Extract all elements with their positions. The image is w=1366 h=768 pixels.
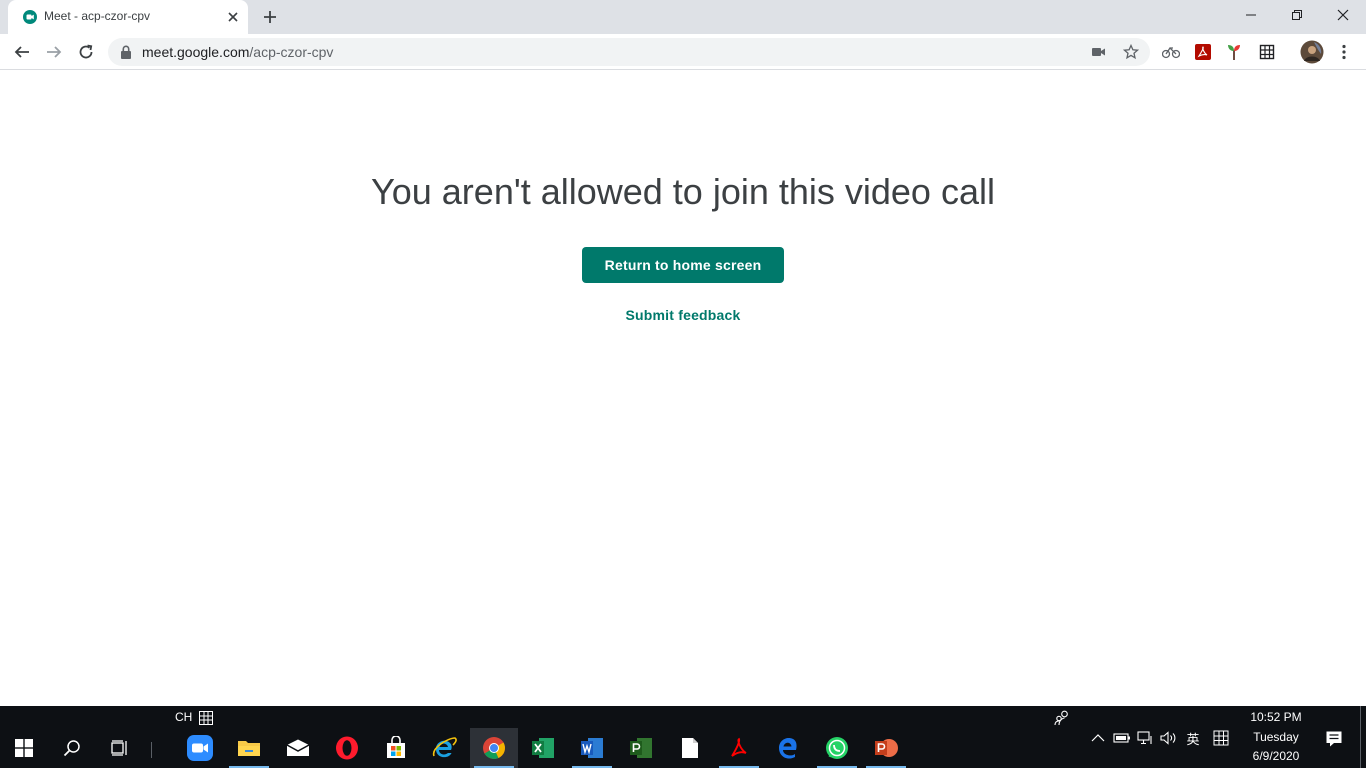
tab-title: Meet - acp-czor-cpv xyxy=(44,9,151,23)
opera-icon xyxy=(336,736,358,760)
bookmark-star-icon[interactable] xyxy=(1122,43,1140,61)
taskbar-app-edge[interactable] xyxy=(764,728,812,768)
folder-icon xyxy=(238,741,260,756)
word-icon xyxy=(581,738,603,758)
reload-button[interactable] xyxy=(75,41,97,63)
reload-icon xyxy=(79,44,93,59)
start-button[interactable] xyxy=(0,728,48,768)
close-icon xyxy=(1337,9,1349,21)
more-vertical-icon xyxy=(1342,44,1346,60)
profile-avatar[interactable] xyxy=(1300,40,1324,64)
tab-strip: Meet - acp-czor-cpv xyxy=(0,0,1366,34)
return-home-button[interactable]: Return to home screen xyxy=(582,247,784,283)
browser-toolbar: meet.google.com/acp-czor-cpv xyxy=(0,34,1366,70)
people-icon[interactable] xyxy=(1053,709,1071,727)
clock-day: Tuesday xyxy=(1253,730,1299,744)
address-bar[interactable]: meet.google.com/acp-czor-cpv xyxy=(108,38,1150,66)
clock-date: 6/9/2020 xyxy=(1252,749,1300,763)
acrobat-icon xyxy=(731,737,747,757)
ime-mode-grid-icon[interactable] xyxy=(1212,729,1230,747)
grid-extension-icon[interactable] xyxy=(1257,42,1277,62)
minimize-icon xyxy=(1246,14,1256,16)
taskbar-app-acrobat[interactable] xyxy=(715,728,763,768)
restore-button[interactable] xyxy=(1274,0,1320,30)
page-title: You aren't allowed to join this video ca… xyxy=(371,171,995,212)
google-meet-icon xyxy=(23,10,37,24)
chrome-menu-button[interactable] xyxy=(1334,42,1354,62)
new-tab-button[interactable] xyxy=(260,7,280,27)
minimize-button[interactable] xyxy=(1228,0,1274,30)
taskbar-app-project[interactable] xyxy=(617,728,665,768)
taskbar-app-mail[interactable] xyxy=(274,728,322,768)
browser-tab[interactable]: Meet - acp-czor-cpv xyxy=(8,0,248,34)
avatar-icon xyxy=(1300,40,1324,64)
ime-grid-icon[interactable] xyxy=(199,710,213,725)
taskbar-app-store[interactable] xyxy=(372,728,420,768)
back-button[interactable] xyxy=(11,41,33,63)
plus-icon xyxy=(264,11,276,23)
taskbar-app-file-explorer[interactable] xyxy=(225,728,273,768)
submit-feedback-link[interactable]: Submit feedback xyxy=(0,307,1366,323)
plant-extension-icon[interactable] xyxy=(1224,42,1244,62)
url-domain: meet.google.com xyxy=(142,44,250,60)
forward-button[interactable] xyxy=(43,41,65,63)
whatsapp-icon xyxy=(826,737,848,759)
acrobat-extension-icon[interactable] xyxy=(1193,42,1213,62)
clock-time: 10:52 PM xyxy=(1250,710,1302,724)
arrow-left-icon xyxy=(14,46,29,58)
taskbar-app-zoom[interactable] xyxy=(176,728,224,768)
taskbar-app-chrome[interactable] xyxy=(470,728,518,768)
network-icon[interactable] xyxy=(1136,729,1154,747)
ime-label[interactable]: CH xyxy=(175,710,192,724)
mail-icon xyxy=(286,739,310,756)
taskbar-app-notepad[interactable] xyxy=(666,728,714,768)
windows-taskbar: CH 英 10:52 PM Tuesday 6/9/2020 xyxy=(0,706,1366,768)
arrow-right-icon xyxy=(47,46,62,58)
store-icon xyxy=(387,736,405,758)
taskbar-app-opera[interactable] xyxy=(323,728,371,768)
edge-icon xyxy=(779,738,797,759)
url-text[interactable]: meet.google.com/acp-czor-cpv xyxy=(142,44,333,60)
project-icon xyxy=(630,738,652,758)
language-indicator[interactable]: 英 xyxy=(1184,729,1202,747)
taskbar-app-whatsapp[interactable] xyxy=(813,728,861,768)
url-path: /acp-czor-cpv xyxy=(249,44,334,60)
bicycle-extension-icon[interactable] xyxy=(1161,42,1181,62)
show-hidden-icons-chevron-icon[interactable] xyxy=(1089,729,1107,747)
search-icon xyxy=(63,740,80,757)
taskbar-app-word[interactable] xyxy=(568,728,616,768)
taskbar-separator xyxy=(151,742,152,758)
close-tab-icon[interactable] xyxy=(226,10,240,24)
task-view-button[interactable] xyxy=(96,728,144,768)
close-window-button[interactable] xyxy=(1320,0,1366,30)
restore-icon xyxy=(1292,10,1302,20)
taskbar-app-excel[interactable] xyxy=(519,728,567,768)
powerpoint-icon xyxy=(875,739,898,757)
battery-icon[interactable] xyxy=(1113,729,1131,747)
meet-page: You aren't allowed to join this video ca… xyxy=(0,71,1366,706)
chrome-icon xyxy=(483,737,505,759)
zoom-icon xyxy=(187,735,213,761)
action-center-icon[interactable] xyxy=(1324,729,1344,749)
camera-icon[interactable] xyxy=(1090,43,1108,61)
internet-explorer-icon xyxy=(432,737,457,758)
submit-feedback-label: Submit feedback xyxy=(625,307,741,323)
taskbar-app-powerpoint[interactable] xyxy=(862,728,910,768)
task-view-icon xyxy=(111,740,127,756)
show-desktop-button[interactable] xyxy=(1360,706,1366,768)
windows-logo-icon xyxy=(15,739,33,757)
excel-icon xyxy=(532,738,554,758)
taskbar-app-internet-explorer[interactable] xyxy=(421,728,469,768)
search-button[interactable] xyxy=(48,728,96,768)
document-icon xyxy=(682,738,698,758)
lock-icon[interactable] xyxy=(120,45,132,59)
volume-icon[interactable] xyxy=(1160,729,1178,747)
